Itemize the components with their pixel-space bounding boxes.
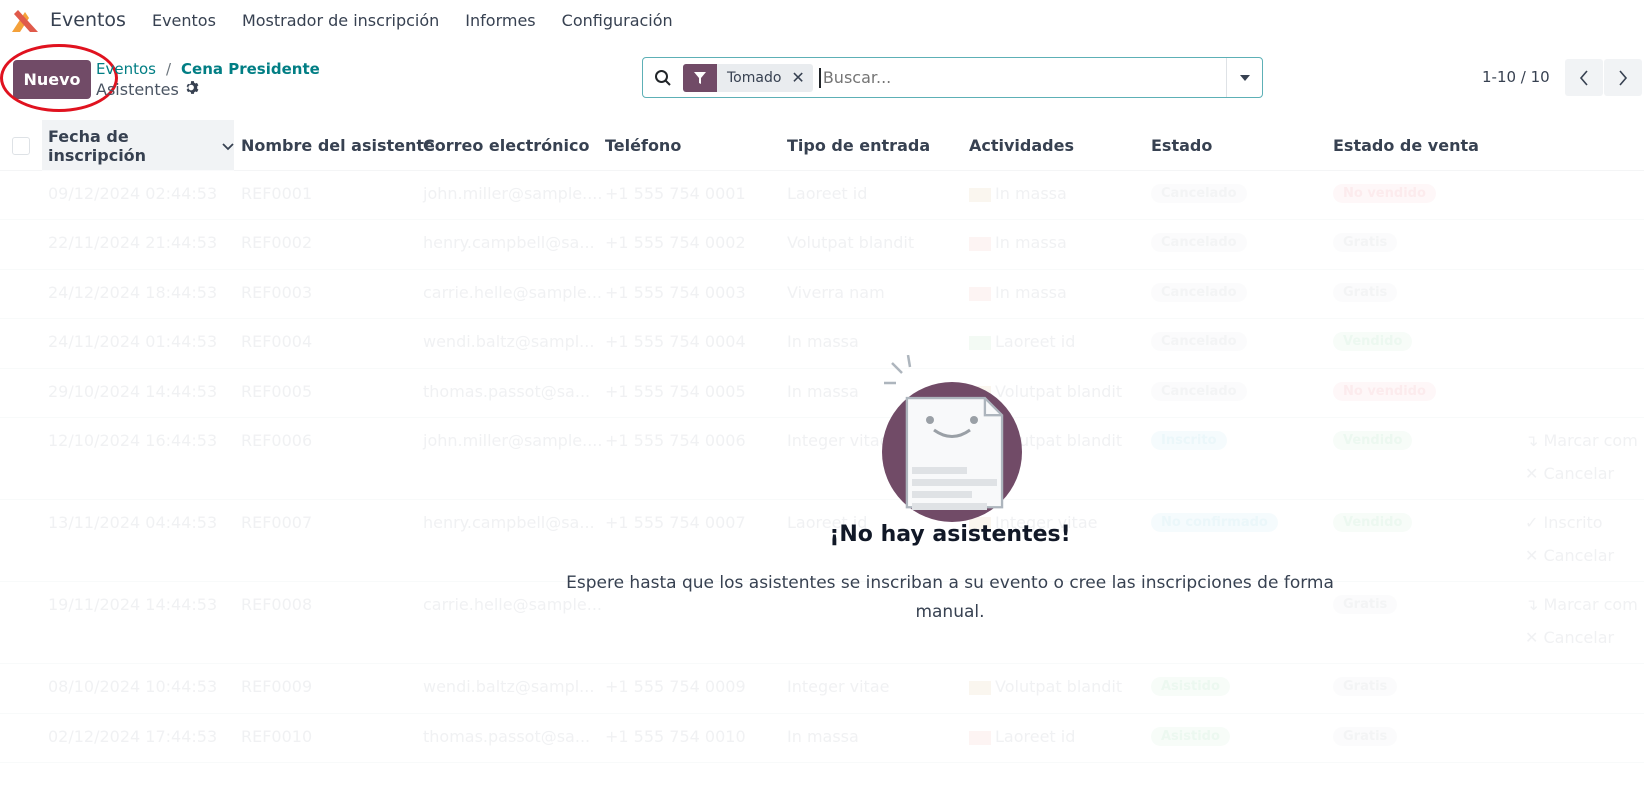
column-header-nombre[interactable]: Nombre del asistente bbox=[241, 120, 435, 171]
app-name[interactable]: Eventos bbox=[50, 9, 126, 31]
column-header-telefono[interactable]: Teléfono bbox=[605, 120, 681, 171]
search-facet: Tomado ✕ bbox=[683, 63, 813, 92]
nav-item-configuracion[interactable]: Configuración bbox=[562, 11, 673, 30]
helper-description: Espere hasta que los asistentes se inscr… bbox=[566, 573, 1334, 622]
events-app-logo-icon[interactable] bbox=[8, 6, 42, 34]
search-input[interactable] bbox=[818, 67, 1226, 88]
column-header-estado-venta[interactable]: Estado de venta bbox=[1333, 120, 1479, 171]
nav-item-mostrador[interactable]: Mostrador de inscripción bbox=[242, 11, 439, 30]
column-header-fecha[interactable]: Fecha de inscripción bbox=[42, 120, 234, 171]
column-header-actividades[interactable]: Actividades bbox=[969, 120, 1074, 171]
breadcrumb-eventos[interactable]: Eventos bbox=[96, 60, 156, 78]
new-button[interactable]: Nuevo bbox=[13, 60, 91, 99]
pager-next-button[interactable] bbox=[1604, 59, 1642, 96]
column-header-estado[interactable]: Estado bbox=[1151, 120, 1212, 171]
column-header-correo[interactable]: Correo electrónico bbox=[423, 120, 589, 171]
search-bar: Tomado ✕ bbox=[642, 57, 1263, 98]
filter-icon bbox=[683, 63, 717, 92]
facet-remove-icon[interactable]: ✕ bbox=[791, 68, 812, 87]
gear-icon[interactable] bbox=[185, 80, 200, 99]
breadcrumb-cena-presidente[interactable]: Cena Presidente bbox=[181, 60, 320, 78]
breadcrumb: Eventos / Cena Presidente bbox=[96, 60, 320, 78]
pager-value[interactable]: 1-10 / 10 bbox=[1482, 68, 1550, 86]
column-header-label: Fecha de inscripción bbox=[48, 126, 147, 165]
nav-item-eventos[interactable]: Eventos bbox=[152, 11, 216, 30]
table-header: Fecha de inscripción Nombre del asistent… bbox=[0, 120, 1644, 171]
search-options-toggle[interactable] bbox=[1226, 58, 1262, 97]
top-navbar: Eventos Eventos Mostrador de inscripción… bbox=[0, 0, 1644, 40]
search-icon[interactable] bbox=[643, 58, 683, 97]
select-all-checkbox[interactable] bbox=[12, 120, 30, 171]
nav-item-informes[interactable]: Informes bbox=[465, 11, 535, 30]
facet-label: Tomado bbox=[727, 69, 782, 86]
page-subtitle: Asistentes bbox=[96, 80, 200, 99]
column-header-tipo-entrada[interactable]: Tipo de entrada bbox=[787, 120, 930, 171]
page-title: Asistentes bbox=[96, 80, 179, 99]
pager-previous-button[interactable] bbox=[1565, 59, 1603, 96]
sort-chevron-down-icon bbox=[222, 136, 234, 155]
helper-title: ¡No hay asistentes! bbox=[829, 522, 1071, 547]
breadcrumb-separator: / bbox=[165, 60, 172, 78]
no-content-helper: ¡No hay asistentes! Espere hasta que los… bbox=[560, 352, 1340, 627]
